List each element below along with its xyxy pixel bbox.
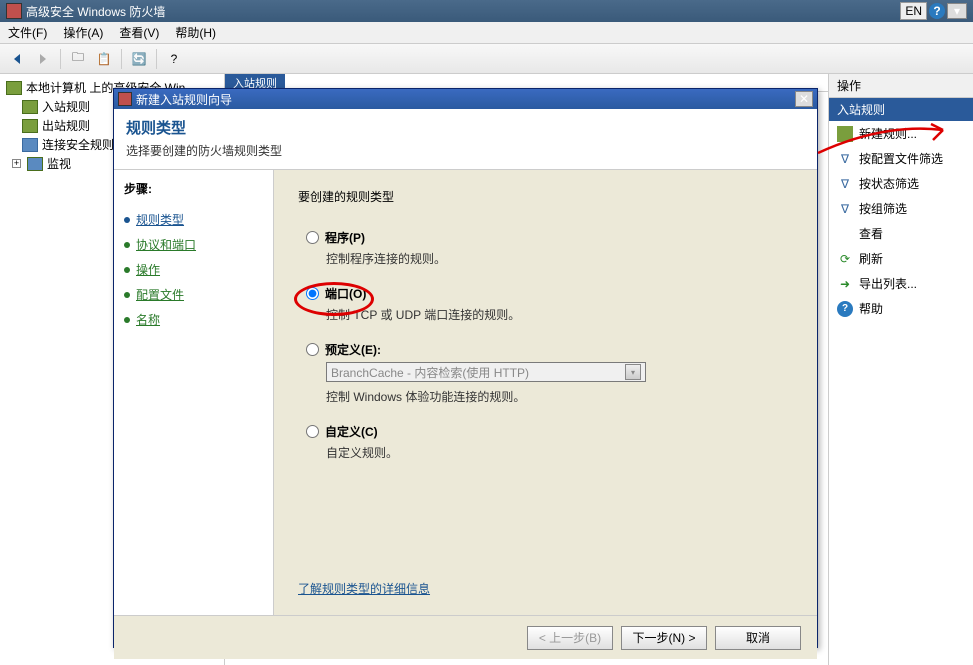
radio-custom-desc: 自定义规则。 (306, 444, 793, 461)
refresh-icon: ⟳ (837, 251, 853, 267)
radio-program[interactable] (306, 231, 319, 244)
action-filter-profile[interactable]: ∇ 按配置文件筛选 (829, 146, 973, 171)
lang-indicator[interactable]: EN (900, 2, 927, 20)
step-profile[interactable]: 配置文件 (124, 282, 263, 307)
action-new-rule[interactable]: 新建规则... (829, 121, 973, 146)
cancel-button[interactable]: 取消 (715, 626, 801, 650)
wizard-title: 新建入站规则向导 (136, 91, 232, 108)
radio-port-label[interactable]: 端口(O) (325, 285, 366, 302)
toolbar-action-2[interactable]: 📋 (93, 48, 115, 70)
firewall-icon (6, 81, 22, 95)
predefined-combo: BranchCache - 内容检索(使用 HTTP) ▾ (326, 362, 646, 382)
radio-predefined[interactable] (306, 343, 319, 356)
wizard-titlebar[interactable]: 新建入站规则向导 ✕ (114, 89, 817, 109)
action-view[interactable]: 查看 (829, 221, 973, 246)
toolbar-refresh[interactable]: 🔄 (128, 48, 150, 70)
toolbar-help[interactable]: ? (163, 48, 185, 70)
expand-icon[interactable]: + (12, 159, 21, 168)
menu-help[interactable]: 帮助(H) (175, 24, 216, 41)
menu-bar: 文件(F) 操作(A) 查看(V) 帮助(H) (0, 22, 973, 44)
menu-action[interactable]: 操作(A) (63, 24, 103, 41)
action-export[interactable]: ➜ 导出列表... (829, 271, 973, 296)
app-icon (6, 3, 22, 19)
learn-more-link[interactable]: 了解规则类型的详细信息 (298, 580, 430, 597)
menu-view[interactable]: 查看(V) (119, 24, 159, 41)
radio-program-desc: 控制程序连接的规则。 (306, 250, 793, 267)
radio-custom-label[interactable]: 自定义(C) (325, 423, 378, 440)
steps-label: 步骤: (124, 180, 263, 197)
wizard-dialog: 新建入站规则向导 ✕ 规则类型 选择要创建的防火墙规则类型 步骤: 规则类型 协… (113, 88, 818, 648)
wizard-header: 规则类型 选择要创建的防火墙规则类型 (114, 109, 817, 170)
close-button[interactable]: ✕ (795, 91, 813, 107)
help-icon: ? (837, 301, 853, 317)
help-icon[interactable]: ? (929, 3, 945, 19)
toolbar-separator (121, 49, 122, 69)
wizard-subheading: 选择要创建的防火墙规则类型 (126, 142, 805, 159)
filter-icon: ∇ (837, 176, 853, 192)
action-filter-state[interactable]: ∇ 按状态筛选 (829, 171, 973, 196)
toolbar: 🗀 📋 🔄 ? (0, 44, 973, 74)
back-button: < 上一步(B) (527, 626, 613, 650)
inbound-icon (22, 100, 38, 114)
blank-icon (837, 226, 853, 242)
wizard-footer: < 上一步(B) 下一步(N) > 取消 (114, 615, 817, 659)
filter-icon: ∇ (837, 151, 853, 167)
content-prompt: 要创建的规则类型 (298, 188, 793, 205)
radio-custom[interactable] (306, 425, 319, 438)
new-rule-icon (837, 126, 853, 142)
action-refresh[interactable]: ⟳ 刷新 (829, 246, 973, 271)
export-icon: ➜ (837, 276, 853, 292)
actions-header: 操作 (829, 74, 973, 98)
step-rule-type[interactable]: 规则类型 (124, 207, 263, 232)
next-button[interactable]: 下一步(N) > (621, 626, 707, 650)
toolbar-action-1[interactable]: 🗀 (67, 48, 89, 70)
window-title: 高级安全 Windows 防火墙 (26, 3, 165, 20)
radio-predefined-desc: 控制 Windows 体验功能连接的规则。 (306, 388, 793, 405)
radio-port-desc: 控制 TCP 或 UDP 端口连接的规则。 (306, 306, 793, 323)
nav-forward-button (32, 48, 54, 70)
step-action[interactable]: 操作 (124, 257, 263, 282)
window-extra-button[interactable]: ▾ (947, 3, 967, 19)
wizard-heading: 规则类型 (126, 117, 805, 138)
radio-predefined-label[interactable]: 预定义(E): (325, 341, 381, 358)
radio-port[interactable] (306, 287, 319, 300)
chevron-down-icon: ▾ (625, 364, 641, 380)
actions-pane: 操作 入站规则 新建规则... ∇ 按配置文件筛选 ∇ 按状态筛选 ∇ 按组筛选… (828, 74, 973, 665)
step-protocol[interactable]: 协议和端口 (124, 232, 263, 257)
monitor-icon (27, 157, 43, 171)
toolbar-separator (156, 49, 157, 69)
connsec-icon (22, 138, 38, 152)
wizard-content: 要创建的规则类型 程序(P) 控制程序连接的规则。 端口(O) 控制 TCP 或… (274, 170, 817, 615)
action-help[interactable]: ? 帮助 (829, 296, 973, 321)
wizard-steps: 步骤: 规则类型 协议和端口 操作 配置文件 名称 (114, 170, 274, 615)
radio-program-label[interactable]: 程序(P) (325, 229, 365, 246)
menu-file[interactable]: 文件(F) (8, 24, 47, 41)
window-titlebar: 高级安全 Windows 防火墙 EN ? ▾ (0, 0, 973, 22)
nav-back-button[interactable] (6, 48, 28, 70)
toolbar-separator (60, 49, 61, 69)
step-name[interactable]: 名称 (124, 307, 263, 332)
filter-icon: ∇ (837, 201, 853, 217)
outbound-icon (22, 119, 38, 133)
actions-section: 入站规则 (829, 98, 973, 121)
wizard-icon (118, 92, 132, 106)
action-filter-group[interactable]: ∇ 按组筛选 (829, 196, 973, 221)
